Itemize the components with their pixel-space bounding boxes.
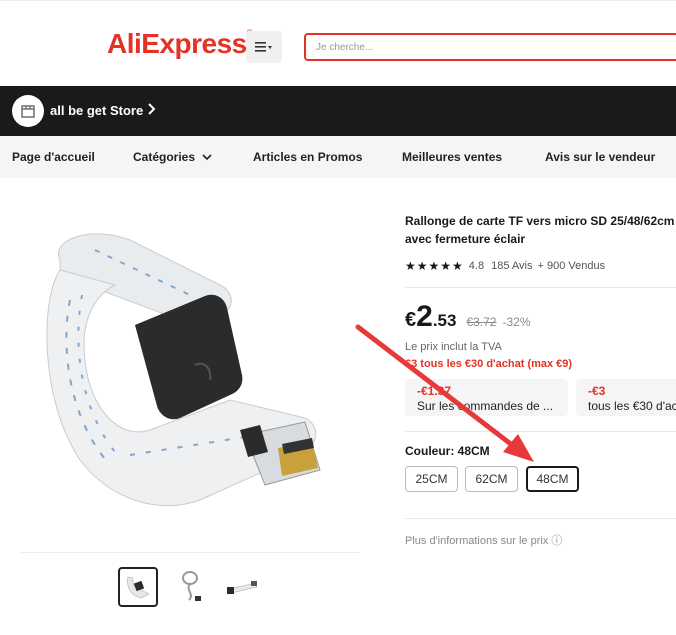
thumbnail-image <box>182 571 201 601</box>
aliexpress-logo[interactable]: AliExpress® <box>107 28 253 60</box>
price-integer: 2 <box>416 300 433 333</box>
section-divider <box>405 287 676 288</box>
store-name[interactable]: all be get Store <box>50 103 143 118</box>
price-currency: € <box>405 309 417 331</box>
promo-text[interactable]: €3 tous les €30 d'achat (max €9) <box>405 358 572 370</box>
color-label: Couleur: 48CM <box>405 444 490 458</box>
nav-best-sellers[interactable]: Meilleures ventes <box>402 150 502 164</box>
nav-categories[interactable]: Catégories <box>133 150 212 164</box>
thumbnail-1[interactable] <box>118 567 158 607</box>
chevron-down-icon <box>202 154 212 161</box>
price-decimal: .53 <box>432 311 457 330</box>
coupon-value: -€3 <box>588 384 606 398</box>
option-48cm-selected[interactable]: 48CM <box>526 466 579 492</box>
nav-home[interactable]: Page d'accueil <box>12 150 95 164</box>
original-price: €3.72 <box>466 315 497 329</box>
section-divider <box>405 518 676 519</box>
gallery-divider <box>20 552 360 553</box>
site-header: AliExpress® Je cherche... <box>0 0 676 86</box>
price-info-link[interactable]: Plus d'informations sur le prix ⓘ <box>405 532 562 548</box>
star-rating-icon: ★★★★★ <box>405 259 464 273</box>
chevron-right-icon[interactable] <box>147 101 157 117</box>
thumbnail-2[interactable] <box>170 567 210 607</box>
store-bar[interactable]: all be get Store <box>0 86 676 136</box>
coupon-card-2[interactable]: -€3 tous les €30 d'achat <box>576 379 676 416</box>
rating-value: 4.8 <box>468 260 485 272</box>
store-nav: Page d'accueil Catégories Articles en Pr… <box>0 136 676 178</box>
rating-row[interactable]: ★★★★★ 4.8 185 Avis + 900 Vendus <box>405 259 605 273</box>
section-divider <box>405 431 676 432</box>
coupon-text: Sur les commandes de ... <box>417 399 554 413</box>
sold-count: + 900 Vendus <box>537 260 606 272</box>
product-image[interactable] <box>20 200 360 552</box>
price-row: € 2 .53 €3.72 -32% <box>405 300 531 334</box>
thumbnail-3[interactable] <box>222 567 262 607</box>
nav-seller-reviews[interactable]: Avis sur le vendeur <box>545 150 655 164</box>
thumbnail-image <box>127 576 150 599</box>
option-62cm[interactable]: 62CM <box>465 466 518 492</box>
thumbnail-image <box>227 581 258 594</box>
coupon-text: tous les €30 d'achat <box>588 399 676 413</box>
coupon-card-1[interactable]: -€1.37 Sur les commandes de ... <box>405 379 568 416</box>
search-input[interactable]: Je cherche... <box>304 33 676 61</box>
category-menu-button[interactable] <box>246 31 282 63</box>
option-25cm[interactable]: 25CM <box>405 466 458 492</box>
discount-badge: -32% <box>502 315 531 329</box>
review-count[interactable]: 185 Avis <box>491 260 532 272</box>
coupon-value: -€1.37 <box>417 384 452 398</box>
store-icon <box>12 95 44 127</box>
tax-note: Le prix inclut la TVA <box>405 341 502 353</box>
hamburger-icon <box>255 42 272 52</box>
nav-promos[interactable]: Articles en Promos <box>253 150 362 164</box>
product-title: Rallonge de carte TF vers micro SD 25/48… <box>405 214 675 246</box>
